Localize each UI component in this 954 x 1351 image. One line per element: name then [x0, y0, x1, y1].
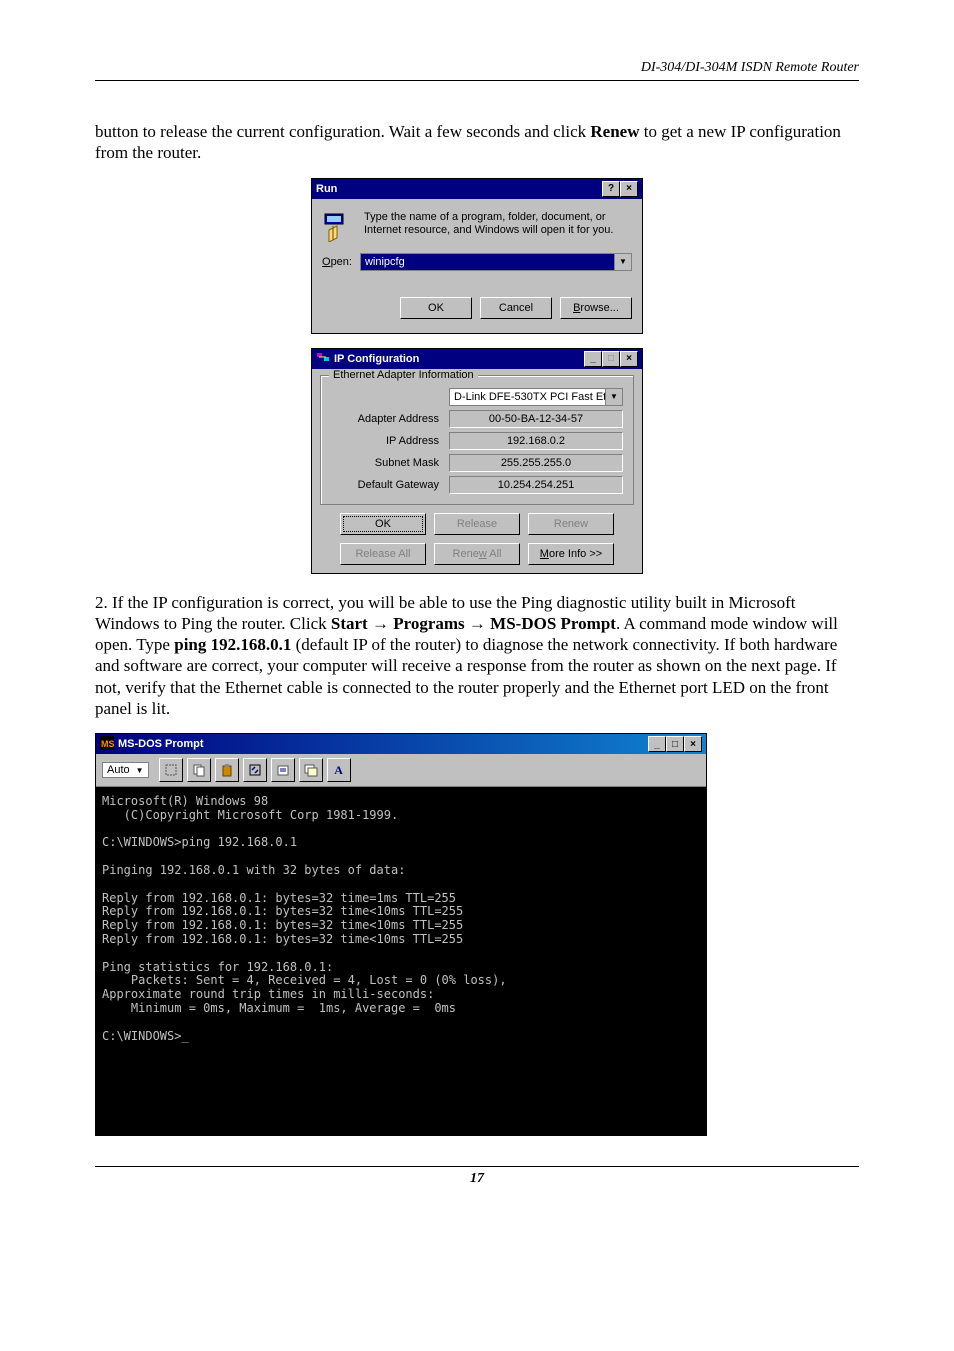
release-button[interactable]: Release	[434, 513, 520, 535]
run-instruction: Type the name of a program, folder, docu…	[364, 211, 632, 237]
close-icon[interactable]: ×	[684, 736, 702, 752]
ok-button[interactable]: OK	[340, 513, 426, 535]
ipcfg-title-text: IP Configuration	[334, 353, 419, 365]
run-titlebar: Run ? ×	[312, 179, 642, 199]
chevron-down-icon[interactable]: ▼	[605, 389, 622, 405]
minimize-icon[interactable]: _	[648, 736, 666, 752]
ok-button[interactable]: OK	[400, 297, 472, 319]
svg-text:MS: MS	[101, 739, 114, 749]
dos-window: MS MS-DOS Prompt _ □ × Auto ▼ A Mi	[95, 733, 707, 1136]
page-number: 17	[95, 1166, 859, 1187]
maximize-icon[interactable]: □	[666, 736, 684, 752]
renew-all-button[interactable]: Renew All	[434, 543, 520, 565]
gw-label: Default Gateway	[331, 479, 439, 491]
run-dialog: Run ? × Type the name of a program, fold…	[311, 178, 643, 334]
mask-label: Subnet Mask	[331, 457, 439, 469]
p2-b3: MS-DOS Prompt	[490, 614, 616, 633]
running-head: DI-304/DI-304M ISDN Remote Router	[95, 60, 859, 81]
browse-button[interactable]: Browse...	[560, 297, 632, 319]
dos-toolbar: Auto ▼ A	[96, 754, 706, 787]
mask-value: 255.255.255.0	[449, 454, 623, 472]
paragraph-1: button to release the current configurat…	[95, 121, 859, 164]
dos-title-text: MS-DOS Prompt	[118, 738, 204, 750]
gw-value: 10.254.254.251	[449, 476, 623, 494]
font-icon[interactable]: A	[327, 758, 351, 782]
p2-b4: ping 192.168.0.1	[174, 635, 291, 654]
fontsize-value: Auto	[107, 764, 130, 776]
properties-icon[interactable]	[271, 758, 295, 782]
open-input[interactable]	[361, 254, 614, 270]
fullscreen-icon[interactable]	[243, 758, 267, 782]
ip-label: IP Address	[331, 435, 439, 447]
run-title-text: Run	[316, 183, 337, 195]
minimize-icon[interactable]: _	[584, 351, 602, 367]
p2-b1: Start	[331, 614, 368, 633]
close-icon[interactable]: ×	[620, 351, 638, 367]
paragraph-2: 2. If the IP configuration is correct, y…	[95, 592, 859, 720]
dos-titlebar: MS MS-DOS Prompt _ □ ×	[96, 734, 706, 754]
adapter-group-title: Ethernet Adapter Information	[329, 369, 478, 381]
p2-b2: Programs	[393, 614, 464, 633]
renew-button[interactable]: Renew	[528, 513, 614, 535]
run-icon	[322, 211, 354, 243]
mark-icon[interactable]	[159, 758, 183, 782]
adapter-addr-label: Adapter Address	[331, 413, 439, 425]
cancel-button[interactable]: Cancel	[480, 297, 552, 319]
network-icon	[316, 350, 330, 367]
more-info-button[interactable]: More Info >>	[528, 543, 614, 565]
adapter-combobox[interactable]: D-Link DFE-530TX PCI Fast Ethe ▼	[449, 388, 623, 406]
adapter-group: Ethernet Adapter Information D-Link DFE-…	[320, 375, 634, 505]
p2-arrow1: →	[368, 614, 394, 633]
maximize-icon[interactable]: □	[602, 351, 620, 367]
paste-icon[interactable]	[215, 758, 239, 782]
chevron-down-icon[interactable]: ▼	[614, 254, 631, 270]
dos-output[interactable]: Microsoft(R) Windows 98 (C)Copyright Mic…	[96, 787, 706, 1135]
open-combobox[interactable]: ▼	[360, 253, 632, 271]
p1-pre: button to release the current configurat…	[95, 122, 590, 141]
ipcfg-dialog: IP Configuration _ □ × Ethernet Adapter …	[311, 348, 643, 574]
adapter-selected: D-Link DFE-530TX PCI Fast Ethe	[450, 389, 605, 405]
copy-icon[interactable]	[187, 758, 211, 782]
close-icon[interactable]: ×	[620, 181, 638, 197]
ipcfg-titlebar: IP Configuration _ □ ×	[312, 349, 642, 369]
p2-arrow2: →	[465, 614, 491, 633]
release-all-button[interactable]: Release All	[340, 543, 426, 565]
background-icon[interactable]	[299, 758, 323, 782]
ip-value: 192.168.0.2	[449, 432, 623, 450]
open-label: Open:	[322, 256, 352, 268]
adapter-addr-value: 00-50-BA-12-34-57	[449, 410, 623, 428]
chevron-down-icon: ▼	[136, 766, 144, 775]
msdos-icon: MS	[100, 736, 114, 753]
help-icon[interactable]: ?	[602, 181, 620, 197]
fontsize-combo[interactable]: Auto ▼	[102, 762, 149, 778]
p1-bold: Renew	[590, 122, 639, 141]
